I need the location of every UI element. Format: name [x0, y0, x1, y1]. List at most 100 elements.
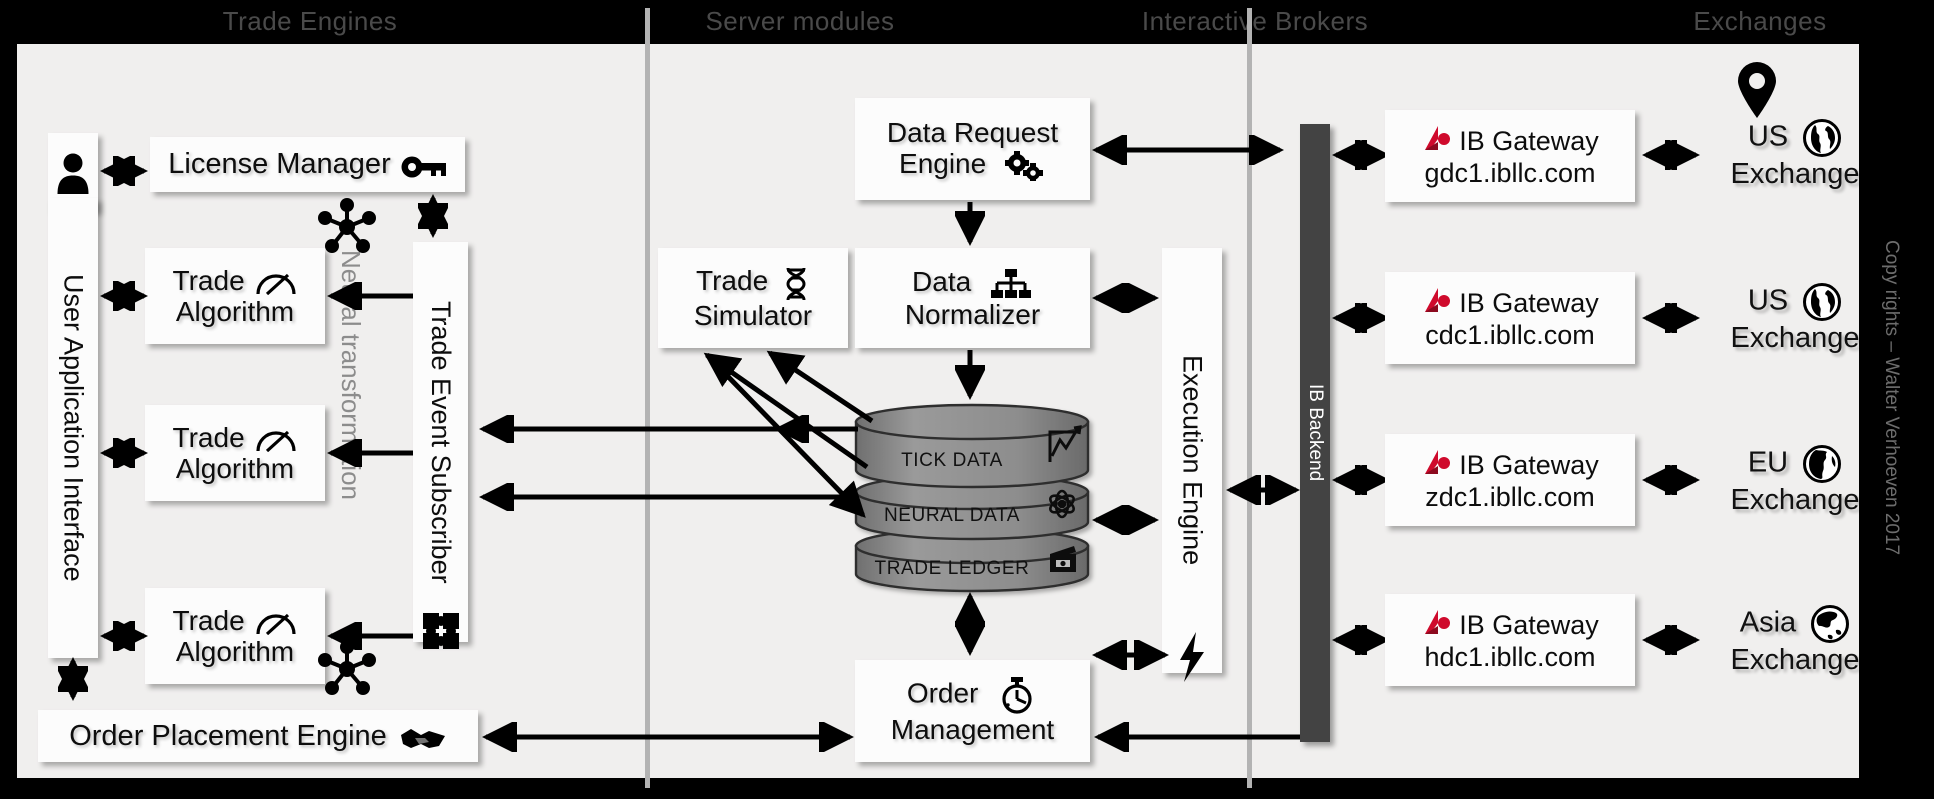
trade-event-subscriber-box[interactable]: Trade Event Subscriber [413, 242, 468, 642]
exchange-line2: Exchange [1730, 484, 1860, 516]
license-manager-box[interactable]: License Manager [150, 137, 465, 192]
divider-trade-server [645, 8, 650, 788]
exchange-line1: US [1747, 120, 1789, 153]
trade-algorithm-box-3[interactable]: Trade Algorithm [145, 588, 325, 684]
ib-logo-icon [1425, 287, 1451, 312]
data-normalizer-line1: Data [912, 266, 972, 298]
arrow-subscriber-algo-3 [326, 622, 413, 650]
order-placement-engine-box[interactable]: Order Placement Engine [38, 710, 478, 762]
arrow-uai-algo-1 [99, 281, 149, 311]
gauge-icon [256, 431, 297, 453]
exchange-label-2: US Exchange [1690, 282, 1900, 354]
arrow-ibbackend-management [1093, 722, 1302, 752]
ib-logo-icon [1425, 609, 1451, 634]
ib-gateway-box-3[interactable]: IB Gateway zdc1.ibllc.com [1385, 434, 1635, 526]
trade-algorithm-line2: Algorithm [175, 636, 295, 667]
trade-simulator-box[interactable]: Trade Simulator [658, 248, 848, 348]
exchange-line1: US [1747, 284, 1789, 317]
ib-gateway-host: gdc1.ibllc.com [1424, 157, 1596, 188]
ib-gateway-title: IB Gateway [1459, 287, 1599, 318]
data-request-engine-box[interactable]: Data Request Engine [855, 98, 1090, 200]
database-label-trade-ledger: TRADE LEDGER [874, 558, 1030, 579]
header-interactive-brokers: Interactive Brokers [1141, 6, 1369, 36]
ib-logo-icon [1425, 125, 1451, 150]
data-normalizer-line2: Normalizer [904, 298, 1041, 330]
key-icon [401, 156, 446, 177]
trade-algorithm-line2: Algorithm [175, 453, 295, 484]
trade-algorithm-box-1[interactable]: Trade Algorithm [145, 248, 325, 344]
trade-algorithm-line2: Algorithm [175, 296, 295, 327]
ib-backend-bar[interactable]: IB Backend [1300, 124, 1330, 742]
header-trade-engines: Trade Engines [222, 6, 398, 36]
exchange-line2: Exchange [1730, 644, 1860, 676]
puzzle-icon [423, 613, 459, 649]
divider-server-brokers [1247, 8, 1252, 788]
globe-americas-icon [1803, 119, 1842, 157]
lightning-icon [1180, 632, 1204, 682]
ib-gateway-host: cdc1.ibllc.com [1425, 319, 1595, 350]
ib-gateway-title: IB Gateway [1459, 125, 1599, 156]
trade-algorithm-box-2[interactable]: Trade Algorithm [145, 405, 325, 501]
exchange-label-1: US Exchange [1690, 118, 1900, 190]
execution-engine-label: Execution Engine [1177, 355, 1208, 566]
data-request-engine-line1: Data Request [886, 117, 1059, 149]
arrow-normalizer-execution [1091, 283, 1160, 313]
license-manager-label: License Manager [168, 148, 391, 181]
arrow-data-request-ibbackend [1091, 135, 1285, 165]
arrow-subscriber-algo-1 [326, 282, 413, 310]
arrow-uai-algo-2 [99, 438, 149, 468]
gauge-icon [256, 274, 297, 296]
user-application-interface-box[interactable]: User Application Interface [48, 198, 98, 658]
database-label-neural-data: NEURAL DATA [883, 505, 1021, 526]
user-icon [57, 153, 89, 194]
trade-simulator-line2: Simulator [693, 299, 813, 331]
user-application-interface-label: User Application Interface [58, 274, 89, 582]
order-management-line2: Management [890, 714, 1055, 746]
arrow-db-execution [1091, 505, 1160, 535]
diagram-root: Trade Engines Server modules Interactive… [0, 0, 1934, 799]
arrow-management-execution [1091, 640, 1170, 670]
exchange-line2: Exchange [1730, 158, 1860, 190]
arrow-uai-algo-3 [99, 621, 149, 651]
ib-logo-icon [1425, 449, 1451, 474]
order-management-line1: Order [906, 677, 979, 709]
arrow-db-subscriber-2 [478, 483, 857, 511]
arrow-user-license [99, 156, 149, 186]
arrow-dre-normalizer [955, 202, 985, 247]
gears-icon [1004, 150, 1043, 181]
gauge-icon [256, 614, 297, 636]
exchange-line1: EU [1747, 446, 1789, 479]
arrow-placement-management [481, 722, 855, 752]
ib-gateway-box-1[interactable]: IB Gateway gdc1.ibllc.com [1385, 110, 1635, 202]
arrow-normalizer-db [955, 350, 985, 401]
trade-algorithm-line1: Trade [172, 604, 245, 636]
arrow-db-in-short [773, 415, 858, 443]
ib-gateway-box-4[interactable]: IB Gateway hdc1.ibllc.com [1385, 594, 1635, 686]
neural-node-icon-top [318, 198, 376, 253]
dna-icon [786, 267, 806, 300]
data-normalizer-box[interactable]: Data Normalizer [855, 248, 1090, 348]
arrow-db-order-management [955, 591, 985, 657]
execution-engine-box[interactable]: Execution Engine [1162, 248, 1222, 673]
trade-algorithm-line1: Trade [172, 264, 245, 296]
handshake-icon [400, 729, 445, 748]
map-pin-icon [1738, 62, 1776, 118]
globe-americas-icon [1803, 283, 1842, 321]
ib-backend-label: IB Backend [1305, 384, 1326, 482]
copyright-label: Copy rights – Walter Verhoeven 2017 [1881, 240, 1902, 556]
trade-simulator-line1: Trade [696, 265, 769, 297]
ib-gateway-box-2[interactable]: IB Gateway cdc1.ibllc.com [1385, 272, 1635, 364]
arrow-uai-order-placement [58, 656, 88, 702]
order-management-box[interactable]: Order Management [855, 660, 1090, 762]
globe-europe-icon [1803, 445, 1842, 483]
header-exchanges: Exchanges [1693, 6, 1827, 36]
ib-gateway-title: IB Gateway [1459, 609, 1599, 640]
arrow-license-subscriber [418, 193, 448, 239]
order-placement-engine-label: Order Placement Engine [69, 719, 387, 752]
trade-algorithm-line1: Trade [172, 421, 245, 453]
ib-gateway-title: IB Gateway [1459, 449, 1599, 480]
stopwatch-icon [1002, 677, 1032, 714]
exchange-line1: Asia [1739, 606, 1797, 639]
exchange-label-3: EU Exchange [1690, 444, 1900, 516]
data-request-engine-line2: Engine [899, 148, 987, 180]
